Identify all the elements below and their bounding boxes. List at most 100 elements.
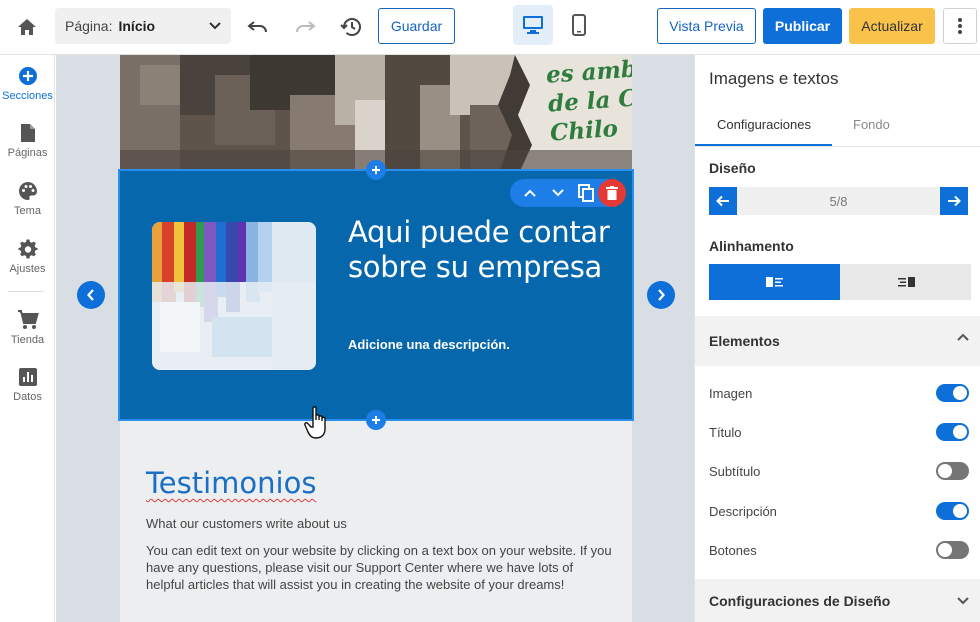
- image-right-align-icon: [897, 277, 915, 287]
- desktop-view-button[interactable]: [513, 5, 553, 45]
- undo-button[interactable]: [243, 12, 273, 42]
- chevron-down-icon: [957, 597, 969, 605]
- redo-icon: [296, 21, 316, 33]
- desktop-icon: [523, 16, 543, 34]
- undo-icon: [247, 21, 267, 33]
- page-selector-label: Página:: [65, 18, 113, 34]
- section-title[interactable]: Aqui puede contar sobre su empresa: [348, 215, 618, 285]
- publish-button[interactable]: Publicar: [763, 8, 842, 44]
- testimonials-subtitle[interactable]: What our customers write about us: [146, 516, 347, 531]
- toggle-row-subtitle: Subtítulo: [709, 459, 969, 483]
- add-section-above-button[interactable]: [366, 160, 386, 180]
- sidebar-item-store[interactable]: Tienda: [0, 308, 55, 358]
- elements-label: Elementos: [709, 333, 780, 349]
- align-image-left-button[interactable]: [709, 264, 840, 300]
- trash-icon: [606, 186, 618, 200]
- sidebar-item-data[interactable]: Datos: [0, 365, 55, 415]
- plus-circle-icon: [18, 67, 37, 85]
- page-selector[interactable]: Página: Início: [55, 8, 231, 44]
- elements-accordion-header[interactable]: Elementos: [695, 316, 980, 366]
- selected-section[interactable]: Aqui puede contar sobre su empresa Adici…: [118, 169, 634, 421]
- image-left-align-icon: [765, 277, 783, 287]
- editor-canvas: es amba de la C Chilo Aqui puede contar …: [56, 55, 694, 622]
- section-image[interactable]: [152, 222, 316, 370]
- alignment-toggle-group: [709, 264, 980, 300]
- plus-icon: [372, 416, 380, 424]
- subtitle-toggle-switch[interactable]: [936, 462, 969, 480]
- delete-section-button[interactable]: [598, 179, 626, 207]
- chevron-up-icon: [957, 333, 969, 341]
- image-toggle-switch[interactable]: [936, 384, 969, 402]
- history-button[interactable]: [336, 12, 366, 42]
- title-toggle-switch[interactable]: [936, 423, 969, 441]
- chevron-up-icon: [524, 189, 536, 197]
- mobile-icon: [572, 14, 586, 36]
- sidebar-item-theme[interactable]: Tema: [0, 179, 55, 229]
- toggle-label: Botones: [709, 542, 757, 558]
- toggle-row-image: Imagen: [709, 381, 969, 405]
- toggle-row-description: Descripción: [709, 499, 969, 523]
- design-settings-accordion-header[interactable]: Configuraciones de Diseño: [695, 579, 980, 622]
- sidebar-item-pages[interactable]: Páginas: [0, 121, 55, 171]
- arrow-left-icon: [716, 195, 729, 207]
- left-sidebar: Secciones Páginas Tema Ajustes Tienda Da…: [0, 55, 55, 622]
- more-options-button[interactable]: [943, 8, 977, 44]
- sidebar-item-label: Tienda: [10, 334, 45, 346]
- tab-fondo[interactable]: Fondo: [853, 117, 890, 132]
- design-label: Diseño: [709, 160, 756, 176]
- mobile-view-button[interactable]: [559, 5, 599, 45]
- top-toolbar: Página: Início Guardar Vista Previa Publ…: [0, 0, 980, 55]
- sidebar-item-label: Páginas: [7, 147, 48, 159]
- sidebar-item-settings[interactable]: Ajustes: [0, 237, 55, 287]
- hero-image[interactable]: es amba de la C Chilo: [120, 55, 632, 171]
- move-up-button[interactable]: [516, 179, 544, 207]
- alignment-label: Alinhamento: [709, 238, 794, 254]
- palette-icon: [18, 182, 37, 200]
- chevron-down-icon: [209, 22, 221, 30]
- redo-button[interactable]: [290, 12, 320, 42]
- hand-cursor-icon: [304, 406, 326, 439]
- next-design-button[interactable]: [647, 281, 675, 309]
- panel-title: Imagens e textos: [709, 69, 839, 88]
- home-button[interactable]: [12, 12, 42, 42]
- paint-strokes-graphic: [152, 222, 316, 370]
- copy-icon: [578, 184, 594, 202]
- update-button[interactable]: Actualizar: [849, 8, 935, 44]
- arrow-right-icon: [948, 195, 961, 207]
- toggle-label: Título: [709, 424, 742, 440]
- hero-sign-text: es amba de la C Chilo: [545, 55, 632, 147]
- section-description[interactable]: Adicione una descripción.: [348, 337, 510, 352]
- plus-icon: [372, 166, 380, 174]
- design-pager: 5/8: [709, 187, 968, 215]
- cart-icon: [17, 310, 39, 329]
- sidebar-item-label: Datos: [13, 391, 42, 403]
- buttons-toggle-switch[interactable]: [936, 541, 969, 559]
- design-next-button[interactable]: [940, 187, 968, 215]
- chart-icon: [18, 368, 37, 386]
- duplicate-button[interactable]: [572, 179, 600, 207]
- design-prev-button[interactable]: [709, 187, 737, 215]
- add-section-below-button[interactable]: [366, 410, 386, 430]
- gear-icon: [17, 239, 37, 259]
- tab-configuraciones[interactable]: Configuraciones: [717, 117, 811, 132]
- properties-panel: Imagens e textos Configuraciones Fondo D…: [694, 55, 980, 622]
- chevron-down-icon: [552, 189, 564, 197]
- toggle-label: Subtítulo: [709, 463, 761, 479]
- description-toggle-switch[interactable]: [936, 502, 969, 520]
- toggle-row-title: Título: [709, 420, 969, 444]
- align-image-right-button[interactable]: [840, 264, 971, 300]
- more-vertical-icon: [958, 18, 962, 34]
- sidebar-item-sections[interactable]: Secciones: [0, 64, 55, 114]
- design-settings-label: Configuraciones de Diseño: [709, 593, 891, 609]
- previous-design-button[interactable]: [77, 281, 105, 309]
- move-down-button[interactable]: [544, 179, 572, 207]
- testimonials-body[interactable]: You can edit text on your website by cli…: [146, 542, 614, 593]
- design-pager-value: 5/8: [829, 193, 848, 209]
- testimonials-title[interactable]: Testimonios: [146, 466, 316, 500]
- sidebar-item-label: Secciones: [2, 90, 53, 102]
- toggle-label: Descripción: [709, 503, 777, 519]
- home-icon: [18, 19, 36, 35]
- preview-button[interactable]: Vista Previa: [657, 8, 756, 44]
- sidebar-item-label: Tema: [14, 205, 41, 217]
- save-button[interactable]: Guardar: [378, 8, 455, 44]
